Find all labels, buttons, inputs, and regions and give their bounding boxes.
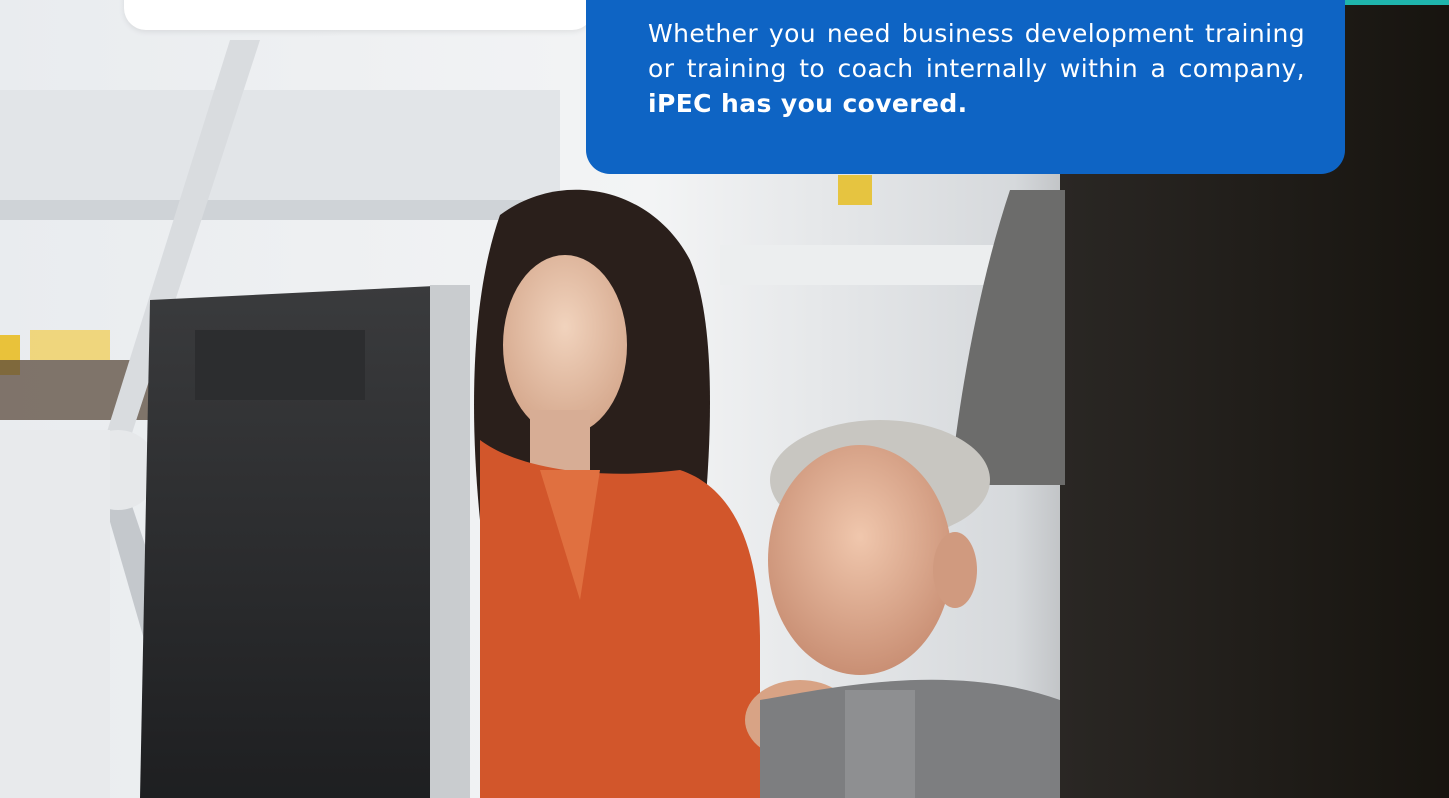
callout-box: Whether you need business development tr… xyxy=(586,0,1345,174)
callout-text: Whether you need business development tr… xyxy=(648,16,1305,121)
page: Whether you need business development tr… xyxy=(0,0,1449,798)
callout-text-lead: Whether you need business development tr… xyxy=(648,19,1305,83)
callout-text-emphasis: iPEC has you covered. xyxy=(648,89,968,118)
accent-bar xyxy=(1345,0,1449,5)
top-card xyxy=(124,0,594,30)
